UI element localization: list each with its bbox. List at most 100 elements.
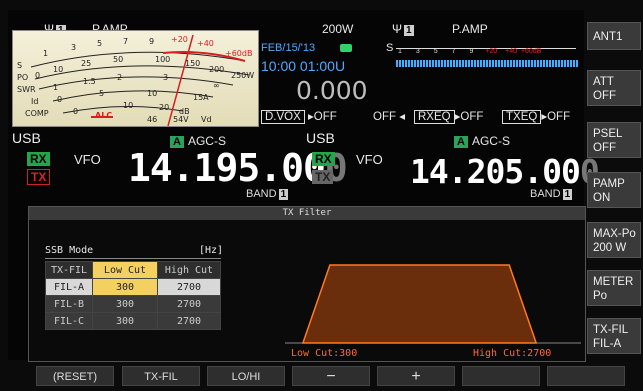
arrow-left-icon: ◂ — [399, 111, 405, 123]
meter-row-s: S — [17, 61, 23, 70]
minus-button[interactable]: − — [292, 366, 370, 386]
antenna-indicator-sub: Ψ1 — [392, 22, 414, 36]
button-line1: MAX-Po — [593, 228, 636, 240]
nb-state: OFF — [373, 111, 396, 123]
blank-function-button-7[interactable] — [547, 366, 625, 386]
blank-function-button-6[interactable] — [462, 366, 540, 386]
band-label: BAND — [246, 188, 277, 200]
table-row[interactable]: FIL-A 300 2700 — [45, 278, 221, 296]
meter-tick: 50 — [113, 55, 124, 64]
att-button[interactable]: ATT OFF — [587, 70, 641, 106]
sub-frequency[interactable]: 14.205.000 — [410, 152, 600, 191]
psel-button[interactable]: PSEL OFF — [587, 122, 641, 158]
table-cell[interactable]: 300 — [92, 312, 158, 330]
band-number: 1 — [562, 189, 573, 200]
sub-frequency-digits: 14.205.00 — [410, 152, 581, 191]
meter-row-id: Id — [31, 97, 39, 106]
filter-mode-label: SSB Mode — [45, 245, 94, 256]
filter-unit-label: [Hz] — [199, 245, 224, 256]
column-header: Low Cut — [92, 261, 158, 279]
sub-rx-badge: RX — [312, 150, 335, 168]
meter-tick: 3 — [71, 43, 77, 52]
meter-tick: 9 — [149, 37, 155, 46]
pamp-button[interactable]: PAMP ON — [587, 172, 641, 208]
meter-tick: 5 — [433, 48, 438, 55]
time-display: 10:00 01:00U — [261, 58, 346, 74]
pamp-indicator-sub: P.AMP — [452, 22, 488, 36]
main-tx-badge: TX — [27, 168, 51, 186]
dvox-toggle[interactable]: D.VOX ▸OFF — [261, 109, 337, 124]
table-cell[interactable]: 2700 — [157, 312, 221, 330]
rit-display: 0.000 — [296, 76, 368, 105]
rxeq-label: RXEQ — [414, 110, 455, 124]
meter-tick: 5 — [97, 39, 103, 48]
table-row[interactable]: FIL-B 300 2700 — [45, 295, 221, 313]
meter-tick: 20 — [159, 103, 170, 112]
txeq-label: TXEQ — [502, 110, 542, 124]
table-cell: FIL-C — [45, 312, 93, 330]
meter-button[interactable]: METER Po — [587, 270, 641, 306]
dvox-label: D.VOX — [261, 110, 305, 124]
sub-s-meter-scale: 1 3 5 7 9 +20 +40 +60dB — [398, 48, 578, 55]
power-indicator: 200W — [322, 22, 354, 36]
meter-tick: 3 — [415, 48, 420, 55]
meter-tick: 150 — [185, 59, 201, 68]
filter-passband-graph — [285, 264, 581, 344]
rxeq-toggle[interactable]: RXEQ ▸OFF — [414, 109, 483, 124]
meter-tick: +40 — [505, 48, 517, 55]
sub-tx-badge: TX — [312, 168, 334, 186]
tx-label: TX — [312, 170, 334, 184]
nb-toggle[interactable]: OFF ◂ — [373, 109, 405, 123]
column-header: TX-FIL — [45, 261, 93, 279]
plus-button[interactable]: + — [377, 366, 455, 386]
sub-vfo-label: VFO — [356, 152, 383, 167]
meter-tick: 7 — [123, 37, 129, 46]
ant1-button[interactable]: ANT1 — [587, 22, 641, 50]
table-cell: FIL-A — [45, 278, 93, 296]
dvox-state: OFF — [313, 111, 337, 123]
table-row[interactable]: FIL-C 300 2700 — [45, 312, 221, 330]
tx-filter-panel: TX Filter SSB Mode [Hz] TX-FIL Low Cut H… — [28, 206, 586, 362]
tx-fil-side-button[interactable]: TX-FIL FIL-A — [587, 318, 641, 354]
agc-label: AGC-S — [471, 134, 510, 148]
txeq-toggle[interactable]: TXEQ ▸OFF — [502, 109, 571, 124]
meter-tick: 10 — [147, 89, 158, 98]
txeq-state: OFF — [547, 111, 571, 123]
meter-tick: 25 — [81, 59, 92, 68]
main-band: BAND 1 — [246, 188, 289, 200]
sub-agc[interactable]: A AGC-S — [454, 134, 510, 148]
battery-icon — [340, 44, 352, 52]
meter-tick: +20 — [171, 35, 188, 44]
filter-table: TX-FIL Low Cut High Cut FIL-A 300 2700 F… — [45, 261, 221, 330]
band-number: 1 — [278, 189, 289, 200]
meter-tick: 54V — [173, 115, 189, 124]
lo-hi-button[interactable]: LO/HI — [207, 366, 285, 386]
button-line1: ANT1 — [593, 31, 623, 43]
meter-tick: 100 — [155, 55, 171, 64]
sub-band: BAND 1 — [530, 188, 573, 200]
tx-filter-title: TX Filter — [29, 207, 585, 220]
table-cell[interactable]: 300 — [92, 278, 158, 296]
agc-tag: A — [454, 136, 468, 148]
meter-tick: +60dB — [225, 49, 253, 58]
button-line1: PSEL — [593, 128, 623, 140]
low-cut-label: Low Cut:300 — [291, 348, 358, 359]
table-cell: FIL-B — [45, 295, 93, 313]
table-cell[interactable]: 2700 — [157, 295, 221, 313]
main-mode[interactable]: USB — [12, 130, 41, 146]
button-line2: ON — [593, 192, 611, 204]
button-line2: 200 W — [593, 242, 627, 254]
passband-shape — [301, 264, 538, 344]
table-cell[interactable]: 300 — [92, 295, 158, 313]
reset-button[interactable]: (RESET) — [36, 366, 114, 386]
tx-fil-button[interactable]: TX-FIL — [122, 366, 200, 386]
button-line2: OFF — [593, 142, 616, 154]
table-cell[interactable]: 2700 — [157, 278, 221, 296]
meter-tick: 15A — [193, 93, 209, 102]
meter-tick: +20 — [485, 48, 498, 55]
tx-label: TX — [27, 169, 51, 185]
meter-tick: ∞ — [213, 81, 220, 90]
sub-mode[interactable]: USB — [306, 130, 335, 146]
rx-label: RX — [27, 152, 50, 166]
max-po-button[interactable]: MAX-Po 200 W — [587, 222, 641, 258]
